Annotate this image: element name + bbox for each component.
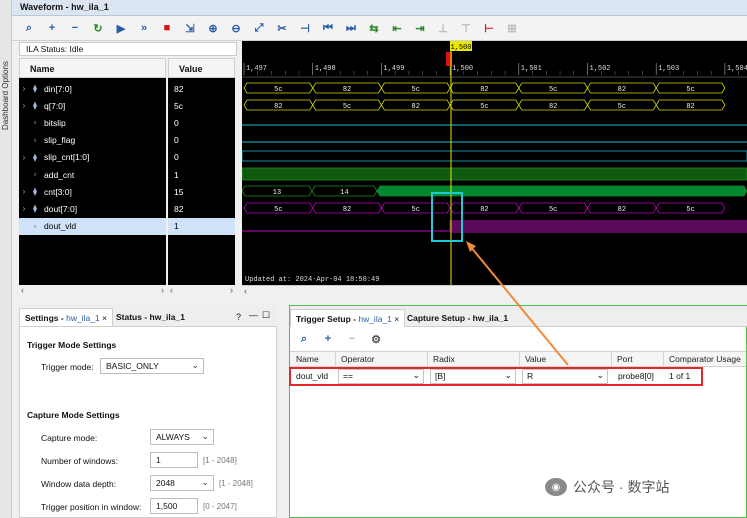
- watermark: ◉ 公众号 · 数字站: [545, 476, 745, 498]
- annotation-arrow: [466, 241, 569, 366]
- watermark-text: 公众号 · 数字站: [573, 479, 670, 495]
- wechat-icon: ◉: [545, 478, 567, 496]
